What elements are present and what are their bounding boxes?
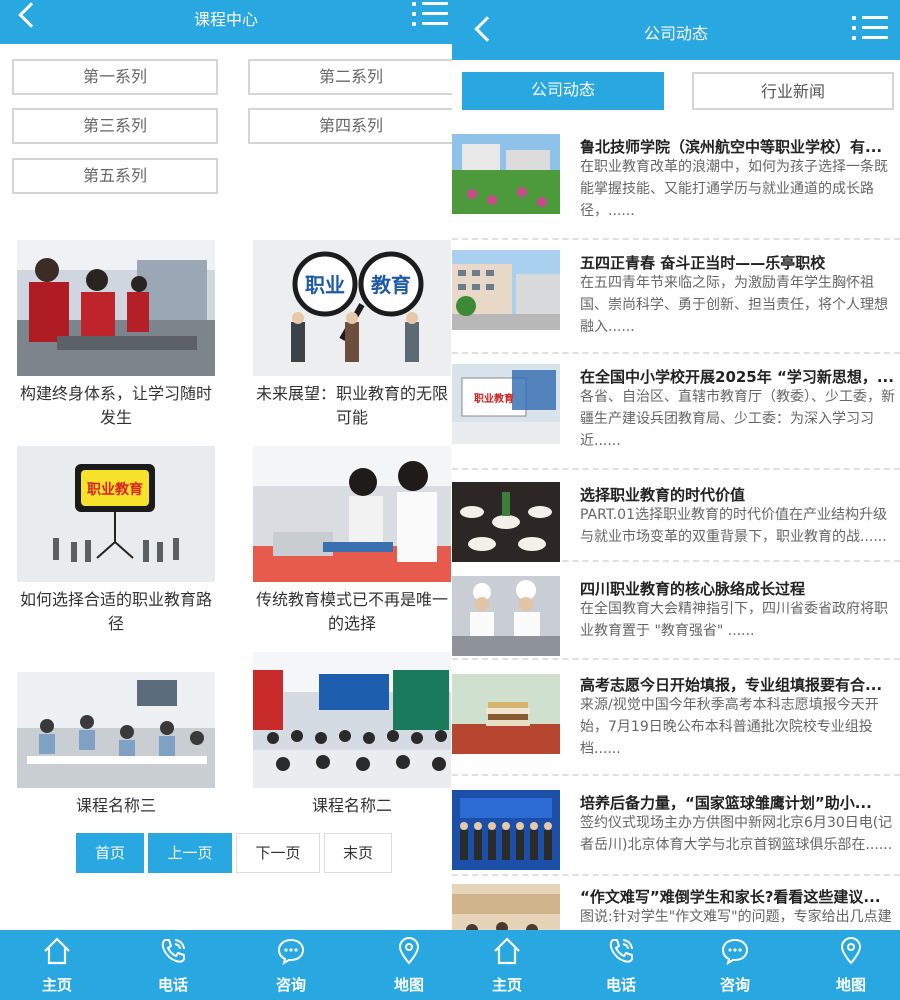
news-summary: 图说:针对学生"作文难写"的问题，专家给出几点建 — [580, 909, 892, 925]
page-last-button[interactable]: 末页 — [324, 833, 392, 873]
page-prev-button[interactable]: 上一页 — [148, 833, 232, 873]
footer-label-map: 地图 — [835, 976, 866, 994]
news-title[interactable]: “作文难写”难倒学生和家长?看看这些建议... — [580, 886, 898, 907]
map-pin-icon — [840, 937, 862, 965]
course-caption-4[interactable]: 传统教育模式已不再是唯一的选择 — [249, 588, 452, 636]
series-button-4[interactable]: 第四系列 — [248, 108, 452, 144]
header-bar: 课程中心 — [0, 0, 452, 44]
course-center-screen: 课程中心 第一系列 第二系列 第三系列 第四系列 第五系列 构建终身体系，让学习… — [0, 0, 452, 1000]
news-thumb-campus — [452, 134, 560, 214]
news-thumb-stage-group — [452, 790, 560, 870]
page-title: 课程中心 — [193, 10, 258, 29]
news-title[interactable]: 四川职业教育的核心脉络成长过程 — [580, 578, 898, 599]
course-image-students[interactable] — [17, 240, 215, 376]
news-summary: 来源/视觉中国今年秋季高考本科志愿填报今天开始，7月19日晚公布本科普通批次院校… — [580, 697, 879, 757]
footer-map[interactable]: 地图 — [816, 930, 886, 1000]
course-caption-3[interactable]: 如何选择合适的职业教育路径 — [13, 588, 219, 636]
company-news-screen: 公司动态 公司动态 行业新闻 鲁北技师学院（滨州航空中等职业学校）有... 在职… — [452, 0, 900, 1000]
news-title[interactable]: 高考志愿今日开始填报，专业组填报要有合... — [580, 674, 898, 695]
footer-consult[interactable]: 咨询 — [256, 930, 326, 1000]
magnifier-text-1: 职业 — [305, 273, 345, 297]
page-title: 公司动态 — [643, 24, 708, 43]
phone-icon — [609, 939, 633, 963]
news-title[interactable]: 在全国中小学校开展2025年 “学习新思想，... — [580, 366, 898, 387]
news-item[interactable]: 选择职业教育的时代价值 PART.01选择职业教育的时代价值在产业结构升级与就业… — [452, 470, 900, 562]
footer-nav: 主页 电话 咨询 地图 — [0, 930, 452, 1000]
news-thumb-chefs — [452, 576, 560, 656]
footer-label-consult: 咨询 — [275, 976, 306, 994]
page-next-button[interactable]: 下一页 — [236, 833, 320, 873]
footer-label-home: 主页 — [491, 976, 522, 994]
news-summary: 在职业教育改革的浪潮中，如何为孩子选择一条既能掌握技能、又能打通学历与就业通道的… — [580, 159, 888, 219]
footer-home[interactable]: 主页 — [22, 930, 92, 1000]
course-image-classroom[interactable] — [17, 652, 215, 788]
news-title[interactable]: 五四正青春 奋斗正当时——乐亭职校 — [580, 252, 898, 273]
news-summary: 签约仪式现场主办方供图中新网北京6月30日电(记者岳川)北京体育大学与北京首钢篮… — [580, 815, 893, 853]
chat-icon — [277, 938, 305, 966]
footer-label-map: 地图 — [393, 976, 424, 994]
news-title[interactable]: 鲁北技师学院（滨州航空中等职业学校）有... — [580, 136, 898, 157]
header-bar: 公司动态 — [452, 0, 900, 60]
screens: 课程中心 第一系列 第二系列 第三系列 第四系列 第五系列 构建终身体系，让学习… — [0, 0, 900, 1000]
footer-consult[interactable]: 咨询 — [700, 930, 770, 1000]
course-caption-6[interactable]: 课程名称二 — [249, 794, 452, 818]
footer-label-phone: 电话 — [157, 976, 188, 994]
news-summary: 各省、自治区、直辖市教育厅（教委）、少工委，新疆生产建设兵团教育局、少工委：为深… — [580, 389, 895, 449]
news-item[interactable]: 鲁北技师学院（滨州航空中等职业学校）有... 在职业教育改革的浪潮中，如何为孩子… — [452, 124, 900, 240]
footer-nav: 主页 电话 咨询 地图 — [452, 930, 900, 1000]
page-first-button[interactable]: 首页 — [76, 833, 144, 873]
news-item[interactable]: 高考志愿今日开始填报，专业组填报要有合... 来源/视觉中国今年秋季高考本科志愿… — [452, 660, 900, 776]
series-button-3[interactable]: 第三系列 — [12, 108, 218, 144]
news-summary: PART.01选择职业教育的时代价值在产业结构升级与就业市场变革的双重背景下，职… — [580, 507, 887, 545]
phone-icon — [161, 939, 185, 963]
map-pin-icon — [398, 937, 420, 965]
course-image-magnifier[interactable]: 职业 教育 — [253, 240, 451, 376]
footer-home[interactable]: 主页 — [472, 930, 542, 1000]
news-summary: 在全国教育大会精神指引下，四川省委省政府将职业教育置于 "教育强省" .....… — [580, 601, 888, 639]
footer-label-home: 主页 — [41, 976, 72, 994]
news-title[interactable]: 选择职业教育的时代价值 — [580, 484, 898, 505]
footer-map[interactable]: 地图 — [374, 930, 444, 1000]
footer-phone[interactable]: 电话 — [586, 930, 656, 1000]
series-button-5[interactable]: 第五系列 — [12, 158, 218, 194]
footer-phone[interactable]: 电话 — [138, 930, 208, 1000]
footer-label-consult: 咨询 — [719, 976, 750, 994]
news-item[interactable]: 五四正青春 奋斗正当时——乐亭职校 在五四青年节来临之际，为激励青年学生胸怀祖国… — [452, 240, 900, 354]
news-thumb-building — [452, 250, 560, 330]
news-item[interactable]: 培养后备力量，“国家篮球雏鹰计划”助小... 签约仪式现场主办方供图中新网北京6… — [452, 776, 900, 876]
series-button-2[interactable]: 第二系列 — [248, 59, 452, 95]
course-image-auditorium[interactable] — [253, 652, 451, 788]
magnifier-text-2: 教育 — [371, 273, 411, 297]
course-caption-1[interactable]: 构建终身体系，让学习随时发生 — [13, 382, 219, 430]
news-item[interactable]: 四川职业教育的核心脉络成长过程 在全国教育大会精神指引下，四川省委省政府将职业教… — [452, 562, 900, 660]
news-thumb-banquet — [452, 482, 560, 562]
news-thumb-books — [452, 674, 560, 754]
card-text: 职业教育 — [474, 392, 514, 405]
course-caption-5[interactable]: 课程名称三 — [13, 794, 219, 818]
home-icon — [494, 937, 520, 965]
news-summary: 在五四青年节来临之际，为激励青年学生胸怀祖国、崇尚科学、勇于创新、担当责任，将个… — [580, 275, 888, 335]
sign-text: 职业教育 — [87, 481, 143, 498]
chat-icon — [721, 938, 749, 966]
menu-icon[interactable] — [412, 0, 448, 30]
course-image-electronics[interactable] — [253, 446, 451, 582]
menu-icon[interactable] — [852, 14, 888, 44]
tab-industry-news[interactable]: 行业新闻 — [692, 72, 894, 110]
series-button-1[interactable]: 第一系列 — [12, 59, 218, 95]
home-icon — [44, 937, 70, 965]
course-caption-2[interactable]: 未来展望：职业教育的无限可能 — [249, 382, 452, 430]
news-item[interactable]: 职业教育 在全国中小学校开展2025年 “学习新思想，... 各省、自治区、直辖… — [452, 354, 900, 470]
tab-company-news[interactable]: 公司动态 — [462, 72, 664, 110]
course-image-vocational-sign[interactable]: 职业教育 — [17, 446, 215, 582]
news-thumb-vocational-card: 职业教育 — [452, 364, 560, 444]
news-title[interactable]: 培养后备力量，“国家篮球雏鹰计划”助小... — [580, 792, 898, 813]
footer-label-phone: 电话 — [605, 976, 636, 994]
